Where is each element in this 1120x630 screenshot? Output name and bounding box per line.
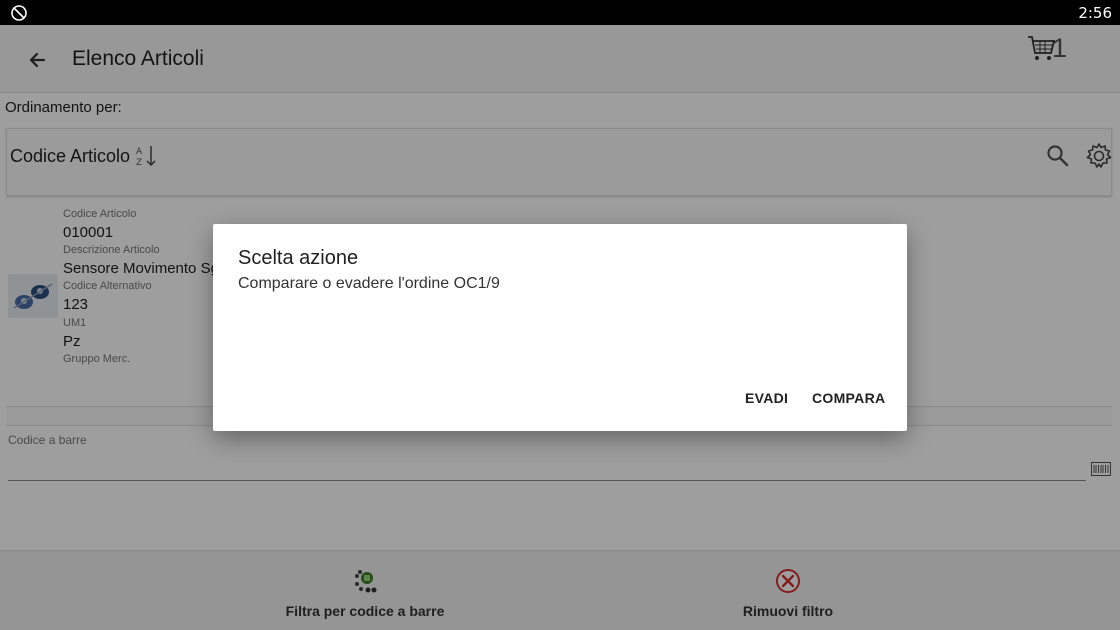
compara-button[interactable]: COMPARA — [812, 390, 885, 406]
evadi-button[interactable]: EVADI — [745, 390, 788, 406]
screen-rotation-icon — [10, 4, 28, 27]
dialog-message: Comparare o evadere l'ordine OC1/9 — [238, 275, 500, 292]
dialog-title: Scelta azione — [238, 247, 359, 269]
action-dialog: Scelta azione Comparare o evadere l'ordi… — [213, 224, 907, 431]
status-time: 2:56 — [1078, 4, 1112, 22]
status-bar: 2:56 — [0, 0, 1120, 25]
